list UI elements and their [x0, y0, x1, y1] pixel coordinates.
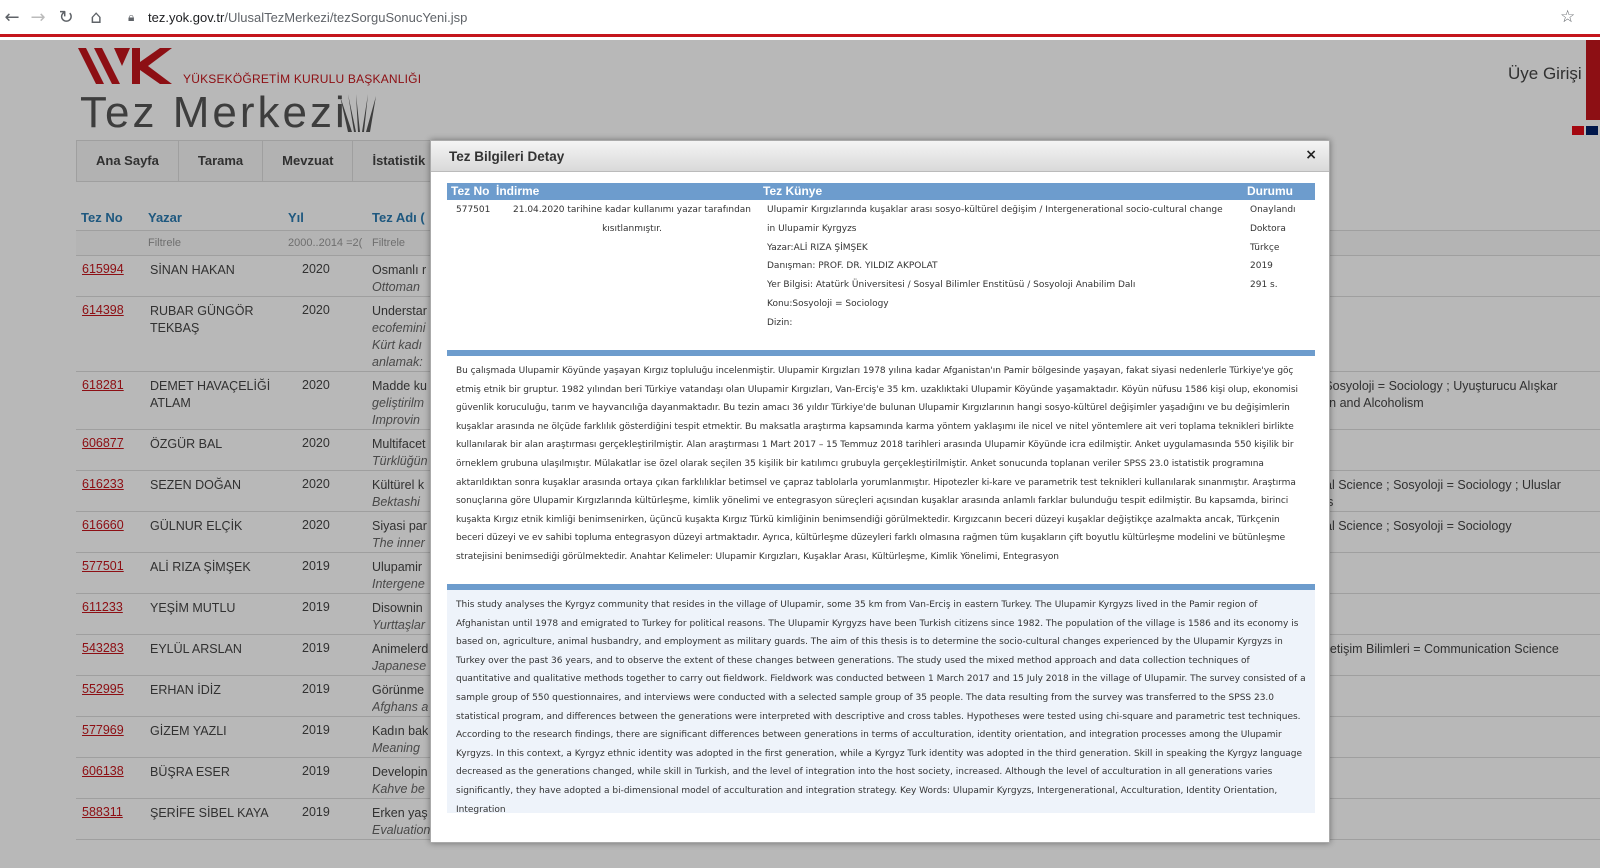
citation-advisor: Danışman: PROF. DR. YILDIZ AKPOLAT [767, 261, 938, 272]
status-language: Türkçe [1250, 242, 1280, 253]
thesis-detail-dialog: Tez Bilgileri Detay × Tez No İndirme Tez… [430, 140, 1330, 843]
status-year: 2019 [1250, 261, 1273, 272]
col-tez-no: Tez No [451, 184, 490, 198]
back-arrow-icon[interactable]: ← [2, 8, 22, 28]
citation-title: Ulupamir Kırgızlarında kuşaklar arası so… [767, 205, 1223, 215]
status-pages: 291 s. [1250, 280, 1278, 291]
close-icon[interactable]: × [1305, 147, 1317, 163]
dialog-header: Tez Bilgileri Detay × [431, 141, 1329, 172]
status-approval: Onaylandı [1250, 205, 1296, 215]
home-icon[interactable]: ⌂ [86, 8, 106, 28]
citation-location: Yer Bilgisi: Atatürk Üniversitesi / Sosy… [767, 280, 1136, 291]
dialog-title: Tez Bilgileri Detay [449, 149, 565, 164]
detail-table-header: Tez No İndirme Tez Künye Durumu [447, 183, 1315, 200]
detail-table: Tez No İndirme Tez Künye Durumu 577501 2… [447, 183, 1315, 815]
bookmark-star-icon[interactable]: ☆ [1560, 7, 1575, 27]
status-block: Onaylandı Doktora Türkçe 2019 291 s. [1250, 201, 1296, 295]
abstract-turkish: Bu çalışmada Ulupamir Köyünde yaşayan Kı… [447, 356, 1315, 584]
url-host: tez.yok.gov.tr [148, 10, 225, 25]
forward-arrow-icon[interactable]: → [28, 8, 48, 28]
lock-icon: 🔒︎ [128, 10, 135, 24]
status-degree: Doktora [1250, 223, 1286, 234]
download-restriction: 21.04.2020 tarihine kadar kullanımı yaza… [507, 201, 757, 239]
col-download: İndirme [496, 184, 540, 198]
abstract-english: This study analyses the Kyrgyz community… [447, 590, 1315, 815]
col-citation: Tez Künye [763, 184, 823, 198]
download-line: kısıtlanmıştır. [602, 223, 662, 234]
citation-index: Dizin: [767, 317, 793, 328]
reload-icon[interactable]: ↻ [56, 8, 76, 28]
citation-title-cont: in Ulupamir Kyrgyzs [767, 223, 857, 234]
citation-block: Ulupamir Kırgızlarında kuşaklar arası so… [767, 201, 1242, 333]
citation-author: Yazar:ALİ RIZA ŞİMŞEK [767, 242, 868, 253]
address-bar[interactable]: tez.yok.gov.tr/UlusalTezMerkezi/tezSorgu… [148, 10, 467, 25]
citation-subject: Konu:Sosyoloji = Sociology [767, 298, 889, 309]
browser-toolbar: ← → ↻ ⌂ 🔒︎ tez.yok.gov.tr/UlusalTezMerke… [0, 0, 1600, 37]
detail-row: 577501 21.04.2020 tarihine kadar kullanı… [447, 200, 1315, 350]
url-path: /UlusalTezMerkezi/tezSorguSonucYeni.jsp [224, 10, 468, 25]
col-status: Durumu [1247, 184, 1293, 198]
download-line: 21.04.2020 tarihine kadar kullanımı yaza… [513, 205, 751, 215]
thesis-number: 577501 [456, 205, 491, 215]
